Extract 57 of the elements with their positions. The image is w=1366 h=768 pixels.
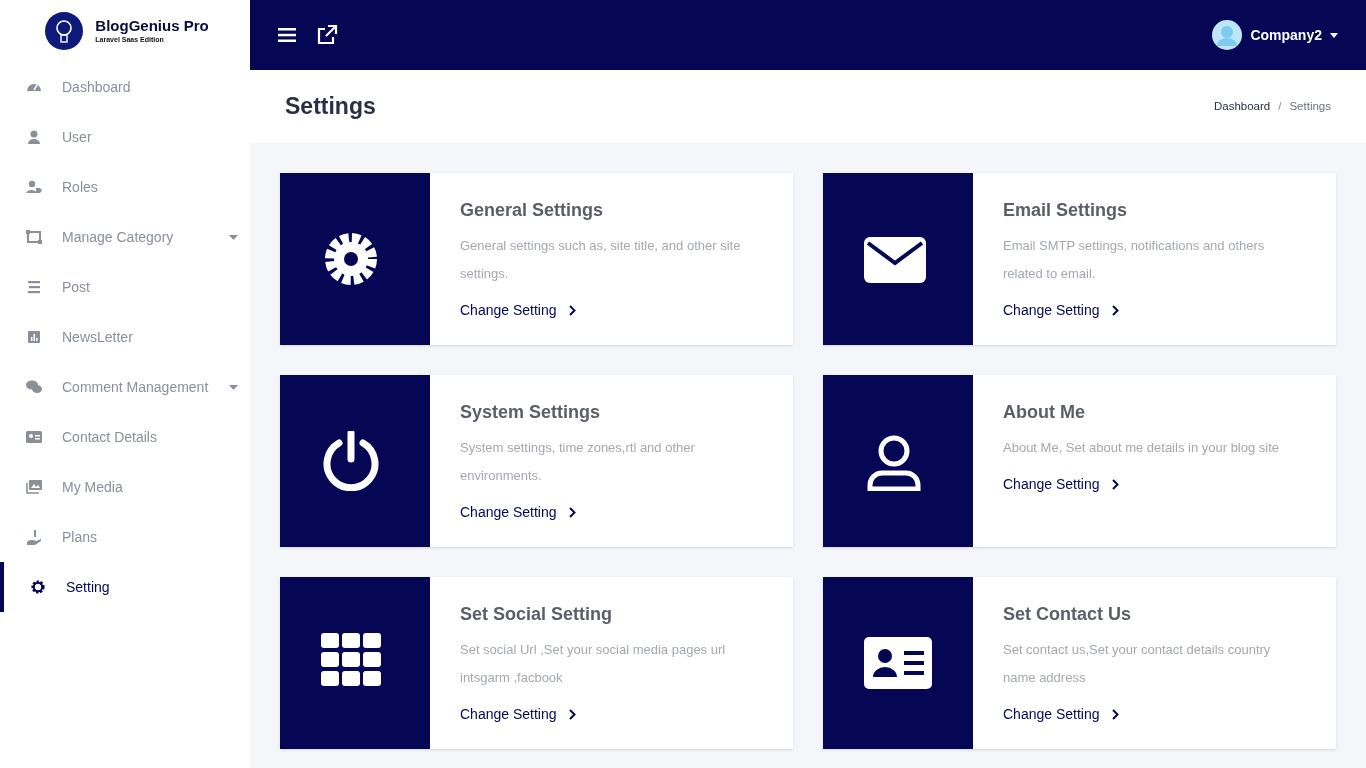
- user-tag-icon: [26, 179, 42, 195]
- breadcrumb-link[interactable]: Dashboard: [1213, 97, 1271, 116]
- external-link-icon[interactable]: [316, 25, 338, 45]
- card-description: About Me, Set about me details in your blog site: [1003, 439, 1280, 457]
- sidebar-item[interactable]: My Media: [0, 462, 250, 512]
- sidebar-item[interactable]: Dashboard: [0, 62, 250, 112]
- chevron-right-icon: [568, 507, 576, 518]
- card-description: General settings such as, site title, and other site settings.: [460, 237, 742, 283]
- page-title: Settings: [285, 92, 376, 122]
- gear-icon: [30, 579, 46, 595]
- sidebar-item[interactable]: NewsLetter: [0, 312, 250, 362]
- caret-icon: [1330, 32, 1338, 38]
- frame-icon: [26, 229, 42, 245]
- card-description: System settings, time zones,rtl and other environments.: [460, 439, 696, 485]
- change-setting-link[interactable]: Change Setting: [460, 300, 576, 321]
- card-title: About Me: [1003, 401, 1086, 424]
- change-setting-link[interactable]: Change Setting: [1003, 300, 1119, 321]
- chat-bubbles-icon: [26, 379, 42, 395]
- avatar-icon: [1212, 20, 1243, 50]
- card-title: Set Social Setting: [460, 603, 614, 626]
- change-setting-link[interactable]: Change Setting: [460, 502, 576, 523]
- breadcrumb-separator: /: [1278, 98, 1282, 114]
- change-setting-link[interactable]: Change Setting: [1003, 704, 1119, 725]
- sidebar-item[interactable]: Roles: [0, 162, 250, 212]
- brand-name: BlogGenius Pro: [95, 17, 209, 36]
- chevron-right-icon: [568, 709, 576, 720]
- caret-icon: [229, 234, 238, 240]
- breadcrumb-current: Settings: [1289, 98, 1331, 114]
- chevron-right-icon: [1111, 709, 1119, 720]
- id-card-icon: [26, 429, 42, 445]
- sidebar-item[interactable]: Comment Management: [0, 362, 250, 412]
- lines-icon: [26, 279, 42, 295]
- card-description: Set social Url ,Set your social media pages url intsgarm ,facbook: [460, 641, 727, 687]
- sidebar-item[interactable]: Post: [0, 262, 250, 312]
- chevron-right-icon: [568, 305, 576, 316]
- change-setting-link[interactable]: Change Setting: [460, 704, 576, 725]
- sidebar-item[interactable]: Manage Category: [0, 212, 250, 262]
- card-title: System Settings: [460, 401, 602, 424]
- card-title: General Settings: [460, 199, 605, 222]
- card-title: Email Settings: [1003, 199, 1129, 222]
- user-name: Company2: [1250, 25, 1322, 45]
- sidebar-item[interactable]: User: [0, 112, 250, 162]
- change-setting-link[interactable]: Change Setting: [1003, 474, 1119, 495]
- card-description: Email SMTP settings, notifications and others related to email.: [1003, 237, 1266, 283]
- caret-icon: [229, 384, 238, 390]
- sidebar-item[interactable]: Contact Details: [0, 412, 250, 462]
- sidebar-item[interactable]: Plans: [0, 512, 250, 562]
- menu-icon[interactable]: [278, 27, 296, 43]
- bar-chart-icon: [26, 329, 42, 345]
- user-menu[interactable]: Company2: [1212, 20, 1338, 50]
- chevron-right-icon: [1111, 479, 1119, 490]
- user-icon: [26, 129, 42, 145]
- chevron-right-icon: [1111, 305, 1119, 316]
- images-icon: [26, 479, 42, 495]
- sidebar-item[interactable]: Setting: [0, 562, 250, 612]
- card-description: Set contact us,Set your contact details country name address: [1003, 641, 1272, 687]
- card-title: Set Contact Us: [1003, 603, 1133, 626]
